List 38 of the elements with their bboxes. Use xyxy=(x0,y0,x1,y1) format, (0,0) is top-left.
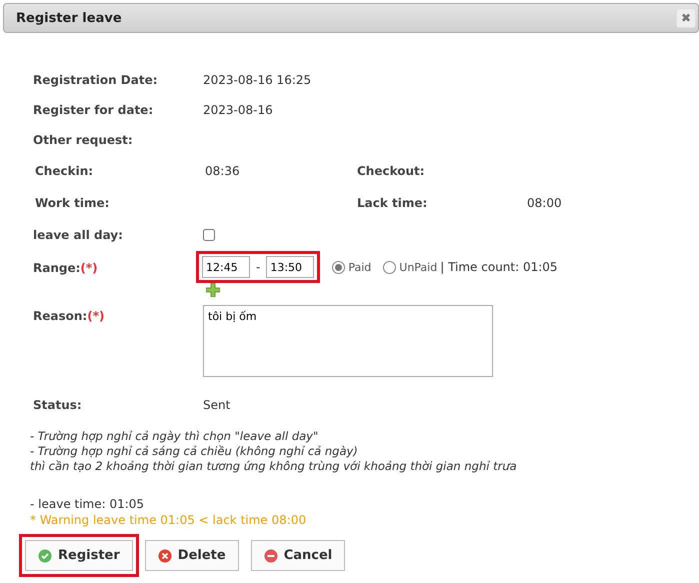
close-button[interactable]: ✖ xyxy=(676,8,696,28)
warning-message: * Warning leave time 01:05 < lack time 08:00 xyxy=(30,512,308,528)
field-label: Registration Date: xyxy=(33,73,159,87)
field-label: Other request: xyxy=(33,133,134,147)
note-line: thì cần tạo 2 khoảng thời gian tương ứng không trùng với khoảng thời gian nghỉ trưa xyxy=(30,459,518,474)
field-label: Register for date: xyxy=(33,103,154,117)
field-value: 2023-08-16 16:25 xyxy=(203,73,312,87)
field-label: Work time: xyxy=(35,196,110,210)
minus-icon xyxy=(264,548,278,562)
check-icon xyxy=(38,548,52,562)
field-label: Range:(*) xyxy=(33,261,99,275)
note-line: - Trường hợp nghỉ cả ngày thì chọn "leave all day" xyxy=(30,429,320,444)
action-button[interactable]: Delete xyxy=(144,540,239,571)
checkbox[interactable] xyxy=(203,229,215,241)
field-value: 08:00 xyxy=(527,196,562,210)
radio-option[interactable]: Paid xyxy=(332,260,372,274)
field-label: Checkin: xyxy=(35,164,94,178)
field-label: Lack time: xyxy=(357,196,428,210)
window-title: Register leave xyxy=(16,10,122,26)
field-label: Checkout: xyxy=(357,164,426,178)
action-button[interactable]: Register xyxy=(25,540,133,571)
leave-time: - leave time: 01:05 xyxy=(30,496,146,512)
field-value: Sent xyxy=(203,398,230,412)
reason-field[interactable]: tôi bị ốm xyxy=(203,305,493,377)
time-input[interactable]: 12:45 xyxy=(202,256,250,278)
field-value: 2023-08-16 xyxy=(203,103,273,117)
field-value: 08:36 xyxy=(205,164,240,178)
field-label: Status: xyxy=(33,398,83,412)
range-separator: - xyxy=(256,260,260,274)
action-button[interactable]: Cancel xyxy=(250,540,346,571)
field-label: leave all day: xyxy=(33,228,124,242)
time-input[interactable]: 13:50 xyxy=(266,256,314,278)
add-icon[interactable] xyxy=(206,283,220,297)
radio-option[interactable]: UnPaid xyxy=(383,260,438,274)
time-count: | Time count: 01:05 xyxy=(440,260,558,274)
cross-icon xyxy=(158,548,172,562)
note-line: - Trường hợp nghỉ cả sáng cả chiều (không nghỉ cả ngày) xyxy=(30,444,359,459)
field-label: Reason:(*) xyxy=(33,309,106,323)
